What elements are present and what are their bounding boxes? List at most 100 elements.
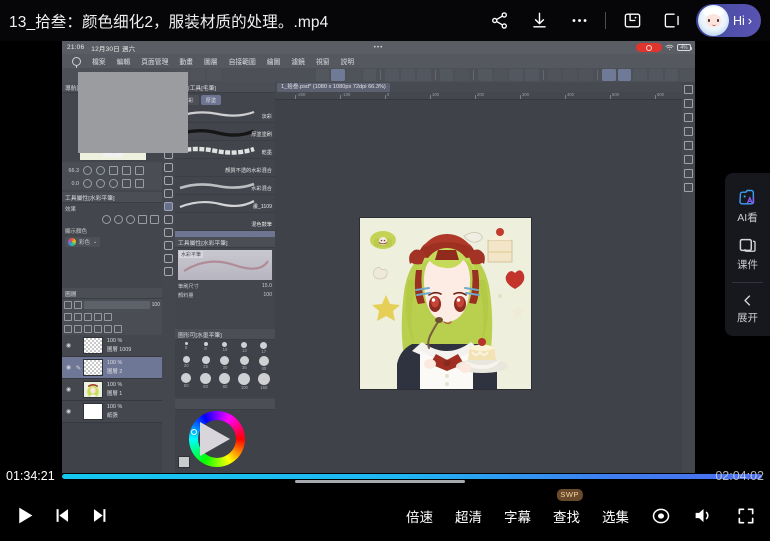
toolbar-button-18[interactable]: [618, 69, 632, 81]
toolbar-button-12[interactable]: [509, 69, 523, 81]
new-folder-icon[interactable]: [74, 325, 82, 333]
progress-bar-zone[interactable]: 01:34:21 02:04:02: [0, 466, 770, 490]
share-icon[interactable]: [479, 0, 519, 41]
toolbar-button-21[interactable]: [665, 69, 679, 81]
layer-mask-icon[interactable]: [104, 313, 112, 321]
toolbar-button-5[interactable]: [347, 69, 361, 81]
brush-size-option[interactable]: 25: [196, 356, 214, 371]
user-avatar-button[interactable]: Hi ›: [696, 4, 761, 37]
search-button[interactable]: SWP 查找: [553, 506, 580, 526]
table-row[interactable]: ◉ 100 % 紙張: [62, 401, 162, 423]
layer-lock-alpha-icon[interactable]: [74, 301, 82, 309]
brush-size-row[interactable]: 筆刷尺寸 15.0: [175, 282, 275, 291]
layer-visibility-icon[interactable]: ◉: [63, 408, 74, 415]
preview-scrub-bar[interactable]: [295, 480, 465, 483]
list-item[interactable]: 混色鼓筆: [175, 213, 275, 231]
eraser-tool-icon[interactable]: [164, 189, 173, 198]
toolbar-button-9[interactable]: [417, 69, 431, 81]
effect-option-2[interactable]: [114, 215, 123, 224]
menu-item-file[interactable]: 檔案: [92, 56, 106, 66]
toolbar-button-20[interactable]: [649, 69, 663, 81]
layer-property-icon[interactable]: [684, 85, 693, 94]
toolbar-button-10[interactable]: [478, 69, 492, 81]
settings-icon[interactable]: [651, 506, 671, 526]
eyedropper-icon[interactable]: [164, 163, 173, 172]
flip-horizontal-button[interactable]: [122, 179, 131, 188]
toolbar-button-19[interactable]: [633, 69, 647, 81]
table-row[interactable]: ◉ ✎ 100 % 圖層 2: [62, 357, 162, 379]
dock-item-expand[interactable]: 展开: [725, 288, 770, 330]
skip-next-icon[interactable]: [90, 506, 109, 525]
episodes-button[interactable]: 选集: [602, 506, 629, 526]
text-tool-icon[interactable]: [164, 267, 173, 276]
layer-link-icon[interactable]: [94, 313, 102, 321]
toolbar-button-11[interactable]: [494, 69, 508, 81]
layer-clip-icon[interactable]: [64, 313, 72, 321]
sub-view-icon[interactable]: [684, 141, 693, 150]
brush-size-option[interactable]: 10: [216, 342, 234, 354]
layer-lock-icon[interactable]: [84, 313, 92, 321]
menu-item-page[interactable]: 頁面管理: [141, 56, 168, 66]
brush-size-option[interactable]: 40: [255, 356, 273, 371]
toolbar-button-6[interactable]: [363, 69, 377, 81]
brush-size-option[interactable]: 5: [177, 342, 195, 354]
duplicate-layer-icon[interactable]: [84, 325, 92, 333]
brush-size-option[interactable]: 30: [216, 356, 234, 371]
toolbar-button-17[interactable]: [602, 69, 616, 81]
menu-item-draw[interactable]: 繪圖: [267, 56, 281, 66]
delete-layer-icon[interactable]: [114, 325, 122, 333]
picture-in-picture-icon[interactable]: [612, 0, 652, 41]
zoom-in-button[interactable]: [96, 166, 105, 175]
layer-visibility-icon[interactable]: ◉: [63, 386, 74, 393]
list-item[interactable]: 乾墨: [175, 141, 275, 159]
menu-item-animation[interactable]: 動畫: [179, 56, 193, 66]
display-color-select[interactable]: 彩色 ⌄: [65, 237, 100, 247]
color-triangle[interactable]: [200, 422, 230, 456]
toolbar-button-2[interactable]: [191, 69, 205, 81]
toolbar-button-14[interactable]: [548, 69, 562, 81]
zoom-full-button[interactable]: [135, 166, 144, 175]
brush-size-option[interactable]: 20: [177, 356, 195, 371]
effect-option-4[interactable]: [138, 215, 147, 224]
layer-mode-icon[interactable]: [64, 301, 72, 309]
volume-icon[interactable]: [693, 505, 714, 526]
effect-option-1[interactable]: [102, 215, 111, 224]
quality-button[interactable]: 超清: [455, 506, 482, 526]
rotate-reset-button[interactable]: [109, 179, 118, 188]
material-icon[interactable]: [684, 113, 693, 122]
fullscreen-icon[interactable]: [736, 506, 756, 526]
zoom-fit-button[interactable]: [109, 166, 118, 175]
list-item[interactable]: 水彩混合: [175, 177, 275, 195]
video-stage[interactable]: 21:06 12月30日 週六 ••• 4% 檔案 編輯 頁面管理 動畫 圖層: [0, 41, 770, 473]
paint-amount-row[interactable]: 顏料量 100: [175, 291, 275, 300]
list-item[interactable]: 厚塗塗刷: [175, 123, 275, 141]
toolbar-undo-button[interactable]: [440, 69, 454, 81]
brush-size-option[interactable]: 50: [177, 373, 195, 390]
canvas-area[interactable]: 1_拾叁.psd* (1080 x 1080px 72dpi 66.3%) ⌄ …: [275, 82, 695, 473]
effect-option-5[interactable]: [150, 215, 159, 224]
layer-effect-icon[interactable]: [104, 325, 112, 333]
effect-option-3[interactable]: [126, 215, 135, 224]
rotate-right-button[interactable]: [96, 179, 105, 188]
cast-icon[interactable]: [652, 0, 692, 41]
fill-tool-icon[interactable]: [164, 228, 173, 237]
toolbar-button-22[interactable]: [680, 69, 694, 81]
brush-size-option[interactable]: 100: [235, 373, 253, 390]
table-row[interactable]: ◉ 100 %: [62, 379, 162, 401]
tab-thickpaint[interactable]: 厚塗: [201, 95, 222, 105]
toolbar-redo-button[interactable]: [455, 69, 469, 81]
toolbar-button-16[interactable]: [579, 69, 593, 81]
toolbar-button-3[interactable]: [207, 69, 221, 81]
rotate-left-button[interactable]: [83, 179, 92, 188]
merge-layer-icon[interactable]: [94, 325, 102, 333]
play-icon[interactable]: [14, 505, 35, 526]
layer-visibility-icon[interactable]: ◉: [63, 342, 74, 349]
speed-button[interactable]: 倍速: [406, 506, 433, 526]
toolbar-button-active[interactable]: [331, 69, 345, 81]
navigator-icon[interactable]: [684, 183, 693, 192]
timeline-icon[interactable]: [684, 155, 693, 164]
flip-vertical-button[interactable]: [135, 179, 144, 188]
brush-size-option[interactable]: 13: [235, 342, 253, 354]
dock-item-ai-view[interactable]: AI看: [725, 183, 770, 230]
color-wheel-marker[interactable]: [191, 429, 197, 435]
